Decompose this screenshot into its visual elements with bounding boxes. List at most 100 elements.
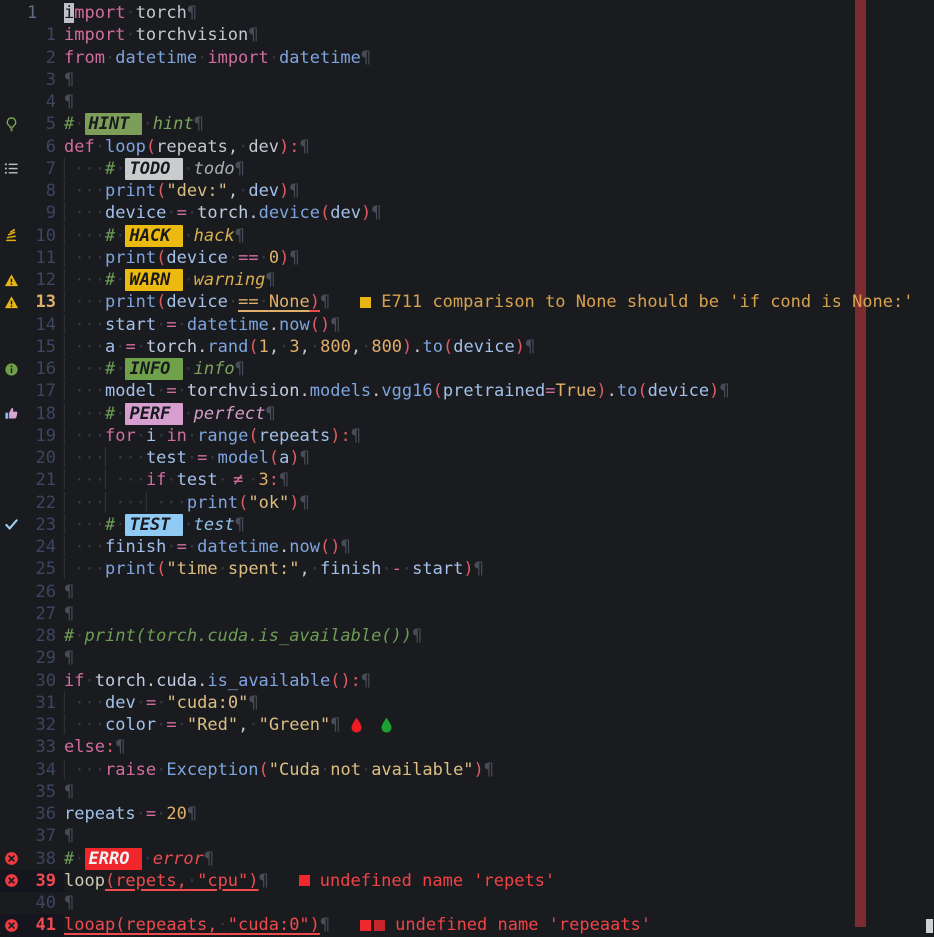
line-number[interactable]: 1 (22, 25, 64, 45)
line-number[interactable]: 5 (22, 114, 64, 134)
code-line[interactable]: 39loop(repets,·"cpu")¶undefined name 're… (0, 870, 934, 892)
code-line[interactable]: 18▏···#·PERF·perfect¶ (0, 403, 934, 425)
line-number[interactable]: 35 (22, 782, 64, 802)
code-line[interactable]: 3¶ (0, 69, 934, 91)
code-line[interactable]: 34▏···raise·Exception("Cuda·not·availabl… (0, 759, 934, 781)
line-number[interactable]: 40 (22, 893, 64, 913)
code-line[interactable]: 41looap(repeaats,·"cuda:0")¶undefined na… (0, 914, 934, 936)
line-number[interactable]: 31 (22, 693, 64, 713)
line-number[interactable]: 28 (22, 626, 64, 646)
line-number[interactable]: 8 (22, 181, 64, 201)
pilcrow-mark: ¶ (64, 604, 74, 624)
line-number[interactable]: 33 (22, 737, 64, 757)
code-line[interactable]: 2from·datetime·import·datetime¶ (0, 47, 934, 69)
code-line[interactable]: 31▏···dev·=·"cuda:0"¶ (0, 692, 934, 714)
line-number[interactable]: 18 (22, 404, 64, 424)
code-line[interactable]: 22▏···▏···▏···print("ok")¶ (0, 492, 934, 514)
line-number[interactable]: 32 (22, 715, 64, 735)
code-line[interactable]: 14▏···start·=·datetime.now()¶ (0, 314, 934, 336)
line-number[interactable]: 23 (22, 515, 64, 535)
line-number[interactable]: 30 (22, 671, 64, 691)
diagnostic-message: E711 comparison to None should be 'if co… (381, 292, 913, 312)
code-line[interactable]: 6def·loop(repeats,·dev):¶ (0, 136, 934, 158)
line-number[interactable]: 22 (22, 493, 64, 513)
code-line[interactable]: 25▏···print("time·spent:",·finish·-·star… (0, 558, 934, 580)
line-number[interactable]: 17 (22, 381, 64, 401)
token: . (197, 671, 207, 691)
line-number[interactable]: 7 (22, 159, 64, 179)
gutter: 8 (0, 180, 64, 202)
line-number[interactable]: 4 (22, 92, 64, 112)
todo-badge: TEST (125, 514, 183, 536)
code-line[interactable]: 13▏···print(device·==·None)¶E711 compari… (0, 291, 934, 313)
code-line[interactable]: 12▏···#·WARN·warning¶ (0, 269, 934, 291)
line-number[interactable]: 6 (22, 137, 64, 157)
token: , (238, 715, 248, 735)
token: ··· (74, 159, 105, 179)
line-number[interactable]: 13 (22, 292, 64, 312)
code-line[interactable]: 27¶ (0, 603, 934, 625)
code-line[interactable]: 36repeats·=·20¶ (0, 803, 934, 825)
code-line[interactable]: 24▏···finish·=·datetime.now()¶ (0, 536, 934, 558)
code-line[interactable]: 11▏···print(device·==·0)¶ (0, 247, 934, 269)
line-number[interactable]: 27 (22, 604, 64, 624)
code-line[interactable]: 26¶ (0, 581, 934, 603)
token: · (156, 381, 166, 401)
line-number[interactable]: 29 (22, 648, 64, 668)
line-number[interactable]: 36 (22, 804, 64, 824)
line-number[interactable]: 15 (22, 337, 64, 357)
token: = (166, 315, 176, 335)
line-number[interactable]: 2 (22, 48, 64, 68)
code-line[interactable]: 19▏···for·i·in·range(repeats):¶ (0, 425, 934, 447)
code-line[interactable]: 40¶ (0, 892, 934, 914)
code-line[interactable]: 23▏···#·TEST·test¶ (0, 514, 934, 536)
code-line[interactable]: 38#·ERRO·error¶ (0, 848, 934, 870)
token: · (187, 448, 197, 468)
line-number[interactable]: 3 (22, 70, 64, 90)
token: datetime (115, 48, 197, 68)
code-line[interactable]: 33else:¶ (0, 736, 934, 758)
code-line[interactable]: 29¶ (0, 647, 934, 669)
code-line[interactable]: 7▏···#·TODO·todo¶ (0, 158, 934, 180)
code-line[interactable]: 37¶ (0, 825, 934, 847)
line-number[interactable]: 20 (22, 448, 64, 468)
code-line[interactable]: 30if·torch.cuda.is_available():¶ (0, 670, 934, 692)
line-number[interactable]: 19 (22, 426, 64, 446)
code-line[interactable]: 1import·torch¶ (0, 2, 934, 24)
code-line[interactable]: 21▏···▏···if·test·≠·3:¶ (0, 469, 934, 491)
line-number[interactable]: 10 (22, 226, 64, 246)
code-line[interactable]: 32▏···color·=·"Red",·"Green"¶ (0, 714, 934, 736)
line-number[interactable]: 11 (22, 248, 64, 268)
token: · (361, 760, 371, 780)
token: torch (197, 203, 248, 223)
line-number[interactable]: 21 (22, 470, 64, 490)
line-number[interactable]: 12 (22, 270, 64, 290)
line-number[interactable]: 41 (22, 915, 64, 935)
code-line[interactable]: 35¶ (0, 781, 934, 803)
line-number[interactable]: 37 (22, 826, 64, 846)
token: datetime (187, 315, 269, 335)
code-line[interactable]: 1import·torchvision¶ (0, 24, 934, 46)
buffer[interactable]: 1import·torch¶1import·torchvision¶2from·… (0, 0, 934, 937)
line-number[interactable]: 25 (22, 559, 64, 579)
code-line[interactable]: 15▏···a·=·torch.rand(1,·3,·800,·800).to(… (0, 336, 934, 358)
line-number[interactable]: 9 (22, 203, 64, 223)
code-line[interactable]: 28#·print(torch.cuda.is_available())¶ (0, 625, 934, 647)
line-number[interactable]: 16 (22, 359, 64, 379)
line-number[interactable]: 24 (22, 537, 64, 557)
line-number[interactable]: 26 (22, 582, 64, 602)
code-line[interactable]: 5#·HINT·hint¶ (0, 113, 934, 135)
code-line[interactable]: 4¶ (0, 91, 934, 113)
line-number[interactable]: 1 (22, 3, 61, 23)
code-line[interactable]: 8▏···print("dev:",·dev)¶ (0, 180, 934, 202)
line-number[interactable]: 14 (22, 315, 64, 335)
code-line[interactable]: 9▏···device·=·torch.device(dev)¶ (0, 202, 934, 224)
code-line[interactable]: 10▏···#·HACK·hack¶ (0, 225, 934, 247)
line-number[interactable]: 34 (22, 760, 64, 780)
line-number[interactable]: 38 (22, 849, 64, 869)
token: if (146, 470, 166, 490)
code-line[interactable]: 16▏···#·INFO·info¶ (0, 358, 934, 380)
code-line[interactable]: 17▏···model·=·torchvision.models.vgg16(p… (0, 380, 934, 402)
code-line[interactable]: 20▏···▏···test·=·model(a)¶ (0, 447, 934, 469)
line-number[interactable]: 39 (22, 871, 64, 891)
